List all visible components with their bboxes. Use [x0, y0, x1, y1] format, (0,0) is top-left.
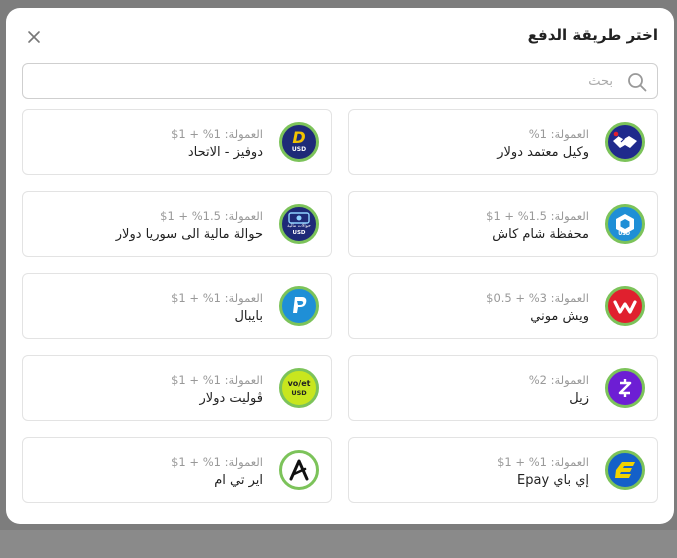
method-name: اير تي ام [214, 473, 263, 488]
method-fee: العمولة: 1% + 1$ [171, 291, 263, 305]
close-button[interactable] [22, 25, 46, 49]
method-fee: العمولة: 1.5% + 1$ [486, 209, 589, 223]
page-backdrop [0, 530, 677, 558]
close-icon [28, 31, 40, 43]
payment-methods-grid: العمولة: 1% وكيل معتمد دولار D USD العمو… [22, 109, 658, 503]
payment-method-card-epay[interactable]: العمولة: 1% + 1$ إي باي Epay [348, 437, 658, 503]
epay-icon [605, 450, 645, 490]
method-name: إي باي Epay [517, 473, 589, 488]
method-fee: العمولة: 1% + 1$ [171, 127, 263, 141]
usd-tag: USD [291, 146, 307, 153]
payment-method-modal: اختر طريقة الدفع العمولة: 1% وكيل مع [6, 8, 674, 524]
usd-tag: USD [291, 388, 307, 397]
method-fee: العمولة: 1.5% + 1$ [160, 209, 263, 223]
money-transfer-usd-icon: حوالات مالية USD [279, 204, 319, 244]
method-name: دوفيز - الاتحاد [187, 145, 263, 160]
volet-logo-text: vo/et [287, 378, 311, 388]
method-fee: العمولة: 1% + 1$ [171, 455, 263, 469]
payment-method-card-transfer-syria[interactable]: حوالات مالية USD العمولة: 1.5% + 1$ حوال… [22, 191, 332, 257]
zelle-icon [605, 368, 645, 408]
dofiz-logo-letter: D [292, 128, 306, 147]
payment-method-card-sham-cash[interactable]: USD العمولة: 1.5% + 1$ محفظة شام كاش [348, 191, 658, 257]
search-input[interactable] [53, 64, 613, 98]
payment-method-card-paypal[interactable]: العمولة: 1% + 1$ بايبال [22, 273, 332, 339]
search-box [22, 63, 658, 99]
method-fee: العمولة: 3% + 0.5$ [486, 291, 589, 305]
volet-usd-icon: vo/et USD [279, 368, 319, 408]
method-fee: العمولة: 2% [528, 373, 589, 387]
payment-method-card-airtm[interactable]: العمولة: 1% + 1$ اير تي ام [22, 437, 332, 503]
search-icon [628, 73, 647, 92]
method-name: ڤوليت دولار [199, 391, 263, 406]
svg-text:USD: USD [618, 231, 630, 237]
method-name: وكيل معتمد دولار [497, 145, 589, 160]
handshake-icon [605, 122, 645, 162]
payment-method-card-zelle[interactable]: العمولة: 2% زيل [348, 355, 658, 421]
usd-tag: USD [292, 229, 306, 236]
payment-method-card-agent-usd[interactable]: العمولة: 1% وكيل معتمد دولار [348, 109, 658, 175]
modal-header: اختر طريقة الدفع [22, 26, 658, 50]
airtm-icon [279, 450, 319, 490]
modal-title: اختر طريقة الدفع [527, 26, 658, 44]
method-fee: العمولة: 1% + 1$ [497, 455, 589, 469]
method-fee: العمولة: 1% + 1$ [171, 373, 263, 387]
wish-money-icon [605, 286, 645, 326]
payment-method-card-wish-money[interactable]: العمولة: 3% + 0.5$ ويش موني [348, 273, 658, 339]
method-name: ويش موني [530, 309, 589, 324]
method-name: بايبال [234, 309, 263, 324]
sham-cash-icon: USD [605, 204, 645, 244]
dofiz-usd-icon: D USD [279, 122, 319, 162]
method-name: زيل [569, 391, 589, 406]
payment-method-card-volet[interactable]: vo/et USD العمولة: 1% + 1$ ڤوليت دولار [22, 355, 332, 421]
paypal-icon [279, 286, 319, 326]
method-name: حوالة مالية الى سوريا دولار [115, 227, 263, 242]
method-name: محفظة شام كاش [492, 227, 589, 242]
payment-method-card-dofiz[interactable]: D USD العمولة: 1% + 1$ دوفيز - الاتحاد [22, 109, 332, 175]
method-fee: العمولة: 1% [528, 127, 589, 141]
